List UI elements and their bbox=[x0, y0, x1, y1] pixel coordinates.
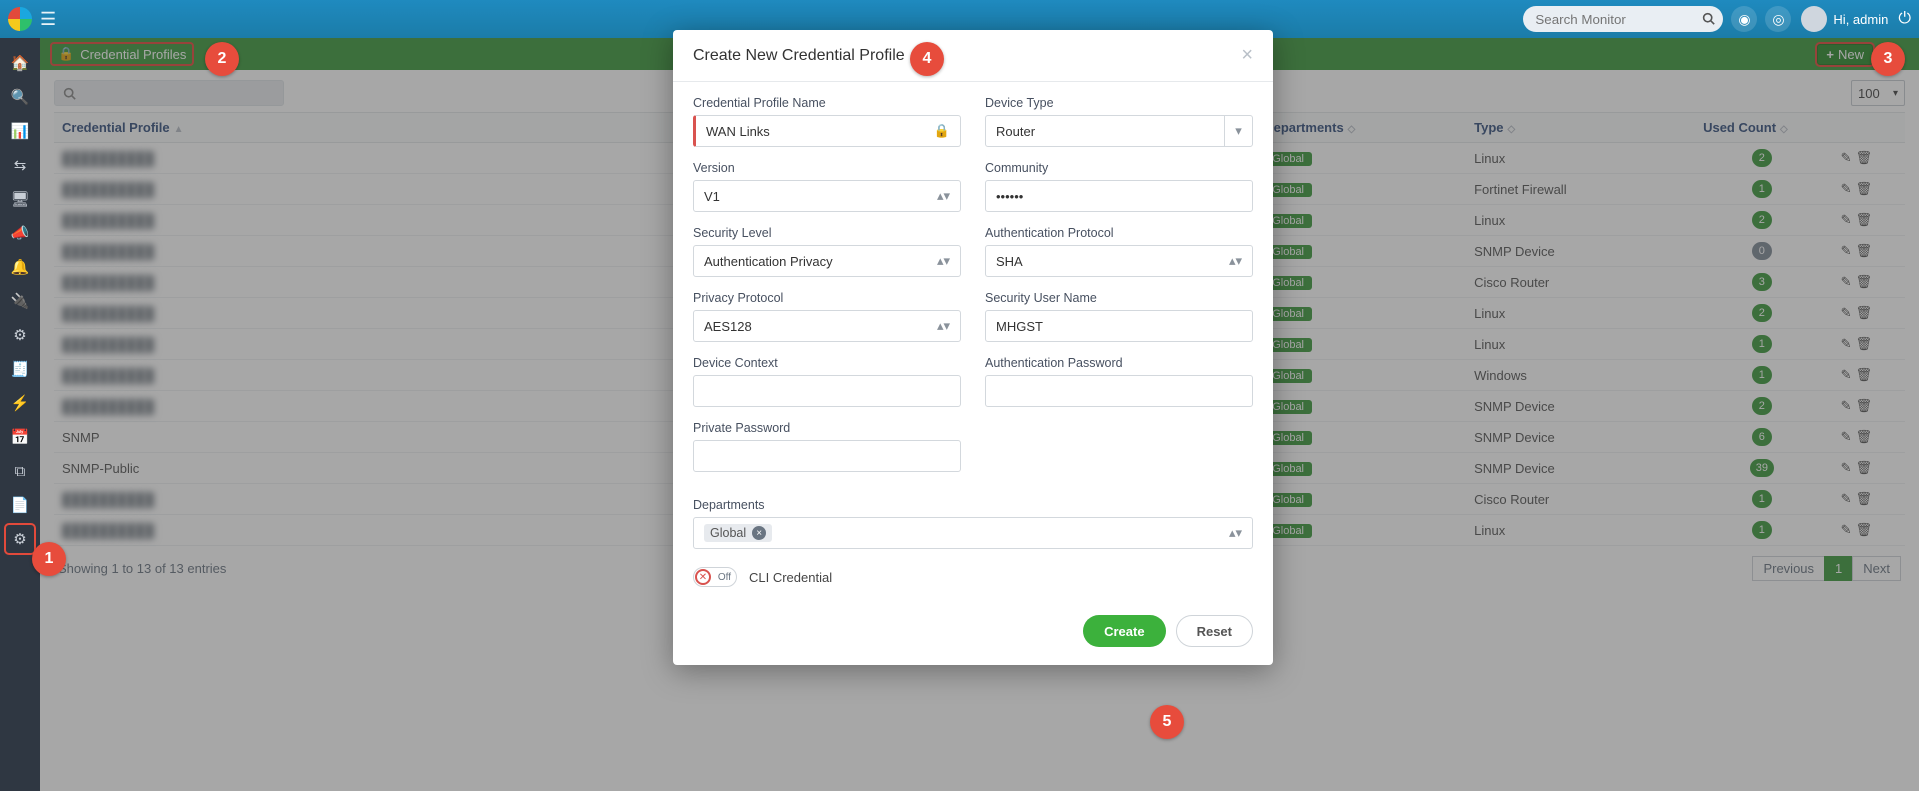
search-icon[interactable] bbox=[1702, 11, 1715, 26]
nav-copy-icon[interactable]: ⧉ bbox=[6, 457, 34, 485]
nav-bolt-icon[interactable]: ⚡ bbox=[6, 389, 34, 417]
input-auth-password[interactable] bbox=[985, 375, 1253, 407]
select-security-level[interactable]: Authentication Privacy▴▾ bbox=[693, 245, 961, 277]
select-auth-protocol[interactable]: SHA▴▾ bbox=[985, 245, 1253, 277]
department-tag[interactable]: Global × bbox=[704, 524, 772, 542]
updown-icon: ▴▾ bbox=[937, 253, 950, 269]
label-device-type: Device Type bbox=[985, 96, 1253, 110]
menu-toggle-icon[interactable]: ☰ bbox=[40, 9, 56, 30]
updown-icon: ▴▾ bbox=[937, 188, 950, 204]
callout-2: 2 bbox=[205, 42, 239, 76]
nav-dashboard-icon[interactable]: 📊 bbox=[6, 117, 34, 145]
create-credential-modal: Create New Credential Profile × Credenti… bbox=[673, 30, 1273, 665]
callout-4: 4 bbox=[910, 42, 944, 76]
updown-icon: ▴▾ bbox=[1229, 253, 1242, 269]
close-icon[interactable]: × bbox=[1241, 44, 1253, 67]
nav-home-icon[interactable]: 🏠 bbox=[6, 49, 34, 77]
label-auth-protocol: Authentication Protocol bbox=[985, 226, 1253, 240]
input-private-password[interactable] bbox=[693, 440, 961, 472]
search-input[interactable] bbox=[1523, 6, 1723, 32]
greeting-label: Hi, admin bbox=[1833, 12, 1888, 27]
select-version[interactable]: V1▴▾ bbox=[693, 180, 961, 212]
toggle-state-label: Off bbox=[718, 572, 736, 583]
nav-network-icon[interactable]: ⇆ bbox=[6, 151, 34, 179]
label-name: Credential Profile Name bbox=[693, 96, 961, 110]
input-community[interactable]: •••••• bbox=[985, 180, 1253, 212]
chevron-down-icon: ▾ bbox=[1235, 123, 1242, 139]
nav-search-icon[interactable]: 🔍 bbox=[6, 83, 34, 111]
remove-tag-icon[interactable]: × bbox=[752, 526, 766, 540]
lock-icon: 🔒 bbox=[934, 123, 950, 139]
callout-1: 1 bbox=[32, 542, 66, 576]
nav-announce-icon[interactable]: 📣 bbox=[6, 219, 34, 247]
select-departments[interactable]: Global × ▴▾ bbox=[693, 517, 1253, 549]
label-security-user: Security User Name bbox=[985, 291, 1253, 305]
select-device-type[interactable]: Router ▾ bbox=[985, 115, 1253, 147]
nav-calendar-icon[interactable]: 📅 bbox=[6, 423, 34, 451]
input-device-context[interactable] bbox=[693, 375, 961, 407]
select-privacy-protocol[interactable]: AES128▴▾ bbox=[693, 310, 961, 342]
camera-icon[interactable]: ◉ bbox=[1731, 6, 1757, 32]
reset-button[interactable]: Reset bbox=[1176, 615, 1253, 647]
label-security-level: Security Level bbox=[693, 226, 961, 240]
nav-bell-icon[interactable]: 🔔 bbox=[6, 253, 34, 281]
cli-credential-toggle[interactable]: ✕ Off bbox=[693, 567, 737, 587]
target-icon[interactable]: ◎ bbox=[1765, 6, 1791, 32]
label-private-password: Private Password bbox=[693, 421, 961, 435]
updown-icon: ▴▾ bbox=[1229, 525, 1242, 541]
nav-plug-icon[interactable]: 🔌 bbox=[6, 287, 34, 315]
label-departments: Departments bbox=[693, 498, 1253, 512]
label-cli-credential: CLI Credential bbox=[749, 570, 832, 585]
label-device-context: Device Context bbox=[693, 356, 961, 370]
input-name[interactable]: WAN Links 🔒 bbox=[693, 115, 961, 147]
toggle-knob-icon: ✕ bbox=[695, 569, 711, 585]
label-privacy-protocol: Privacy Protocol bbox=[693, 291, 961, 305]
nav-monitor-icon[interactable]: 🖥 bbox=[6, 185, 34, 213]
nav-settings-icon[interactable]: ⚙ bbox=[6, 525, 34, 553]
nav-gears-icon[interactable]: ⚙ bbox=[6, 321, 34, 349]
callout-5: 5 bbox=[1150, 705, 1184, 739]
global-search bbox=[1523, 6, 1723, 32]
label-version: Version bbox=[693, 161, 961, 175]
nav-report-icon[interactable]: 🧾 bbox=[6, 355, 34, 383]
left-sidebar: 🏠 🔍 📊 ⇆ 🖥 📣 🔔 🔌 ⚙ 🧾 ⚡ 📅 ⧉ 📄 ⚙ bbox=[0, 38, 40, 791]
nav-doc-icon[interactable]: 📄 bbox=[6, 491, 34, 519]
app-logo bbox=[8, 7, 32, 31]
create-button[interactable]: Create bbox=[1083, 615, 1165, 647]
updown-icon: ▴▾ bbox=[937, 318, 950, 334]
input-security-user[interactable]: MHGST bbox=[985, 310, 1253, 342]
label-community: Community bbox=[985, 161, 1253, 175]
power-icon[interactable]: ⏻ bbox=[1898, 10, 1911, 28]
modal-title: Create New Credential Profile bbox=[693, 47, 905, 65]
callout-3: 3 bbox=[1871, 42, 1905, 76]
label-auth-password: Authentication Password bbox=[985, 356, 1253, 370]
avatar[interactable] bbox=[1801, 6, 1827, 32]
